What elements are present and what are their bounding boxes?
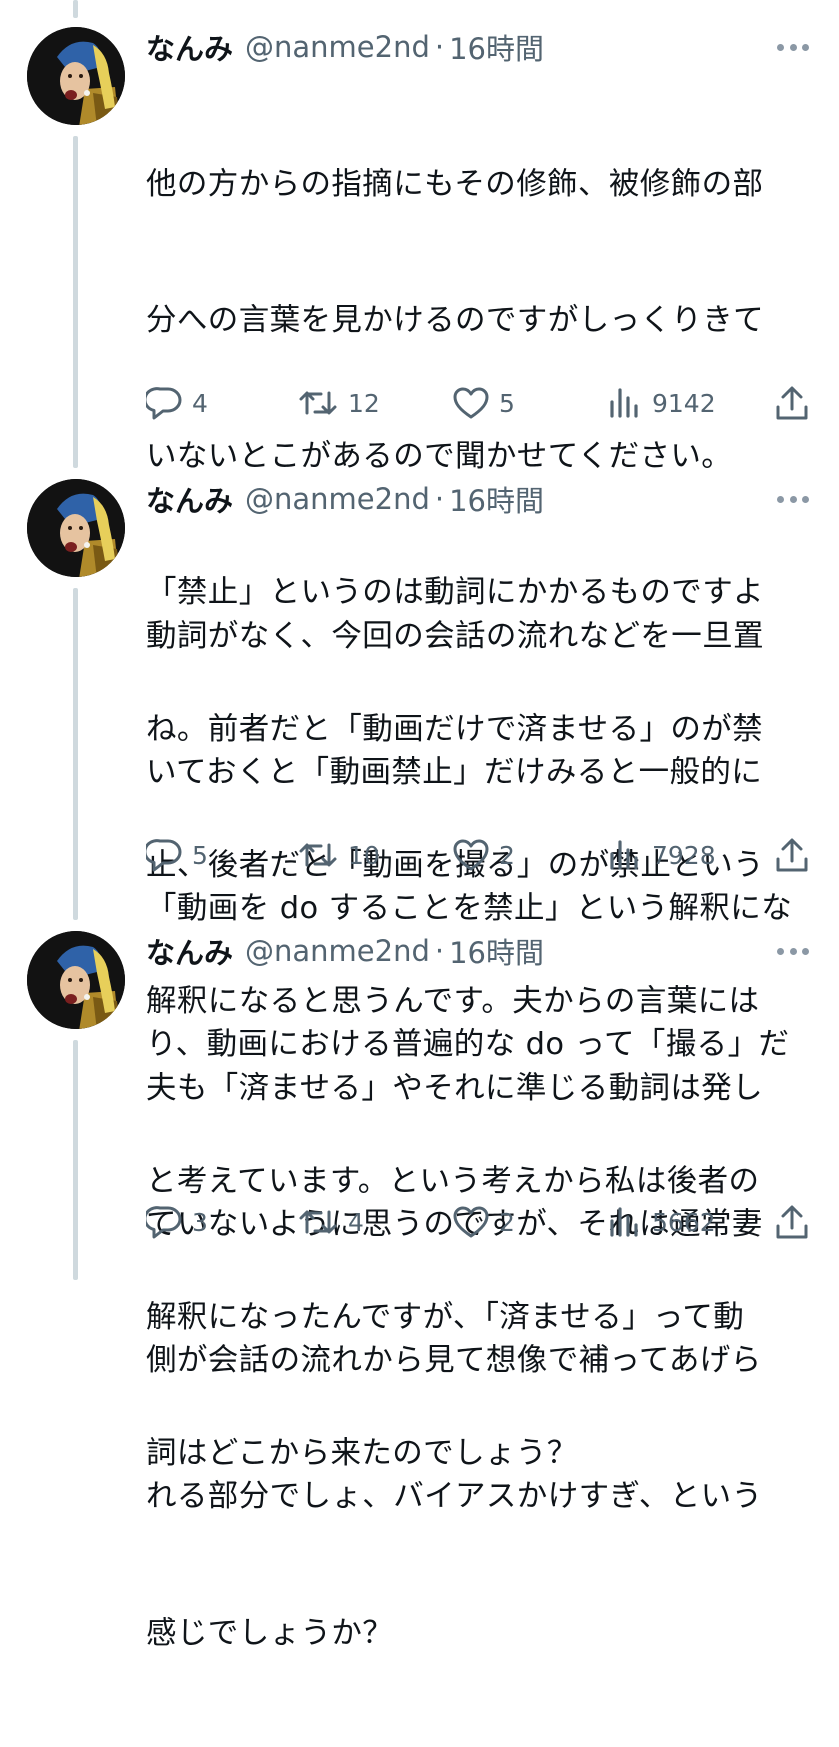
- share-icon: [776, 386, 808, 420]
- retweet-icon: [299, 391, 337, 415]
- text-line: 「動画を do することを禁止」という解釈にな: [146, 891, 793, 927]
- retweet-count: 12: [348, 388, 380, 418]
- reply-button[interactable]: 5: [146, 835, 208, 875]
- avatar-image: [27, 479, 125, 577]
- text-line: 分への言葉を見かけるのですがしっくりきて: [146, 303, 764, 339]
- views-count: 7928: [652, 840, 716, 870]
- text-line: 側が会話の流れから見て想像で補ってあげら: [146, 1343, 762, 1379]
- views-button[interactable]: 5662: [608, 1202, 716, 1242]
- retweet-button[interactable]: 12: [298, 383, 380, 423]
- retweet-count: 10: [348, 840, 380, 870]
- views-icon: [610, 1207, 638, 1237]
- text-line: いないとこがあるので聞かせてください。: [146, 439, 733, 475]
- avatar-image: [27, 931, 125, 1029]
- like-count: 5: [499, 388, 515, 418]
- retweet-count: 4: [348, 1207, 364, 1237]
- views-icon: [610, 388, 638, 418]
- text-line: 感じでしょうか？: [146, 1615, 394, 1651]
- tweet-actions: 4 12 5 9142: [0, 383, 839, 423]
- tweet-header: なんみ @nanme2nd · 16時間: [146, 27, 819, 67]
- views-button[interactable]: 9142: [608, 383, 716, 423]
- reply-icon: [146, 387, 182, 420]
- avatar-image: [27, 27, 125, 125]
- reply-count: 4: [192, 388, 208, 418]
- author-name[interactable]: なんみ: [146, 930, 233, 972]
- tweet-2[interactable]: なんみ @nanme2nd · 16時間 動詞がなく、今回の会話の流れなどを一旦…: [0, 479, 839, 1471]
- author-name[interactable]: なんみ: [146, 26, 233, 68]
- tweet-text: 夫も「済ませる」やそれに準じる動詞は発し ていないように思うのですが、それは通常…: [146, 975, 806, 1747]
- share-button[interactable]: [775, 835, 809, 875]
- text-line: れる部分でしょ、バイアスかけすぎ、という: [146, 1479, 763, 1515]
- share-button[interactable]: [775, 383, 809, 423]
- retweet-icon: [299, 843, 337, 867]
- timestamp[interactable]: 16時間: [449, 478, 544, 520]
- tweet-header: なんみ @nanme2nd · 16時間: [146, 931, 819, 971]
- text-line: 動詞がなく、今回の会話の流れなどを一旦置: [146, 618, 764, 654]
- share-icon: [776, 838, 808, 872]
- views-count: 5662: [652, 1207, 716, 1237]
- separator-dot: ·: [434, 934, 445, 968]
- author-handle[interactable]: @nanme2nd: [245, 482, 430, 516]
- tweet-1[interactable]: なんみ @nanme2nd · 16時間 他の方からの指摘にもその修飾、被修飾の…: [0, 27, 839, 1019]
- avatar[interactable]: [27, 27, 125, 125]
- reply-button[interactable]: 4: [146, 383, 208, 423]
- text-line: 夫も「済ませる」やそれに準じる動詞は発し: [146, 1070, 764, 1106]
- timestamp[interactable]: 16時間: [449, 930, 544, 972]
- thread-line-top: [73, 0, 78, 18]
- retweet-button[interactable]: 4: [298, 1202, 364, 1242]
- text-line: 他の方からの指摘にもその修飾、被修飾の部: [146, 166, 764, 202]
- retweet-button[interactable]: 10: [298, 835, 380, 875]
- more-icon[interactable]: [777, 941, 809, 961]
- like-button[interactable]: 2: [453, 835, 515, 875]
- author-name[interactable]: なんみ: [146, 478, 233, 520]
- like-count: 2: [499, 840, 515, 870]
- reply-icon: [146, 1206, 182, 1239]
- more-icon[interactable]: [777, 489, 809, 509]
- reply-count: 3: [192, 1207, 208, 1237]
- timestamp[interactable]: 16時間: [449, 26, 544, 68]
- share-icon: [776, 1205, 808, 1239]
- separator-dot: ·: [434, 482, 445, 516]
- separator-dot: ·: [434, 30, 445, 64]
- heart-icon: [453, 1206, 489, 1238]
- tweet-header: なんみ @nanme2nd · 16時間: [146, 479, 819, 519]
- like-button[interactable]: 2: [453, 1202, 515, 1242]
- views-button[interactable]: 7928: [608, 835, 716, 875]
- like-button[interactable]: 5: [453, 383, 515, 423]
- heart-icon: [453, 839, 489, 871]
- tweet-actions: 3 4 2 5662: [0, 1202, 839, 1242]
- text-line: いておくと「動画禁止」だけみると一般的に: [146, 755, 763, 791]
- reply-count: 5: [192, 840, 208, 870]
- like-count: 2: [499, 1207, 515, 1237]
- author-handle[interactable]: @nanme2nd: [245, 934, 430, 968]
- tweet-3[interactable]: なんみ @nanme2nd · 16時間 夫も「済ませる」やそれに準じる動詞は発…: [0, 931, 839, 1651]
- avatar[interactable]: [27, 479, 125, 577]
- views-icon: [610, 840, 638, 870]
- more-icon[interactable]: [777, 37, 809, 57]
- tweet-actions: 5 10 2 7928: [0, 835, 839, 875]
- author-handle[interactable]: @nanme2nd: [245, 30, 430, 64]
- views-count: 9142: [652, 388, 716, 418]
- avatar[interactable]: [27, 931, 125, 1029]
- reply-icon: [146, 839, 182, 872]
- heart-icon: [453, 387, 489, 419]
- retweet-icon: [299, 1210, 337, 1234]
- share-button[interactable]: [775, 1202, 809, 1242]
- reply-button[interactable]: 3: [146, 1202, 208, 1242]
